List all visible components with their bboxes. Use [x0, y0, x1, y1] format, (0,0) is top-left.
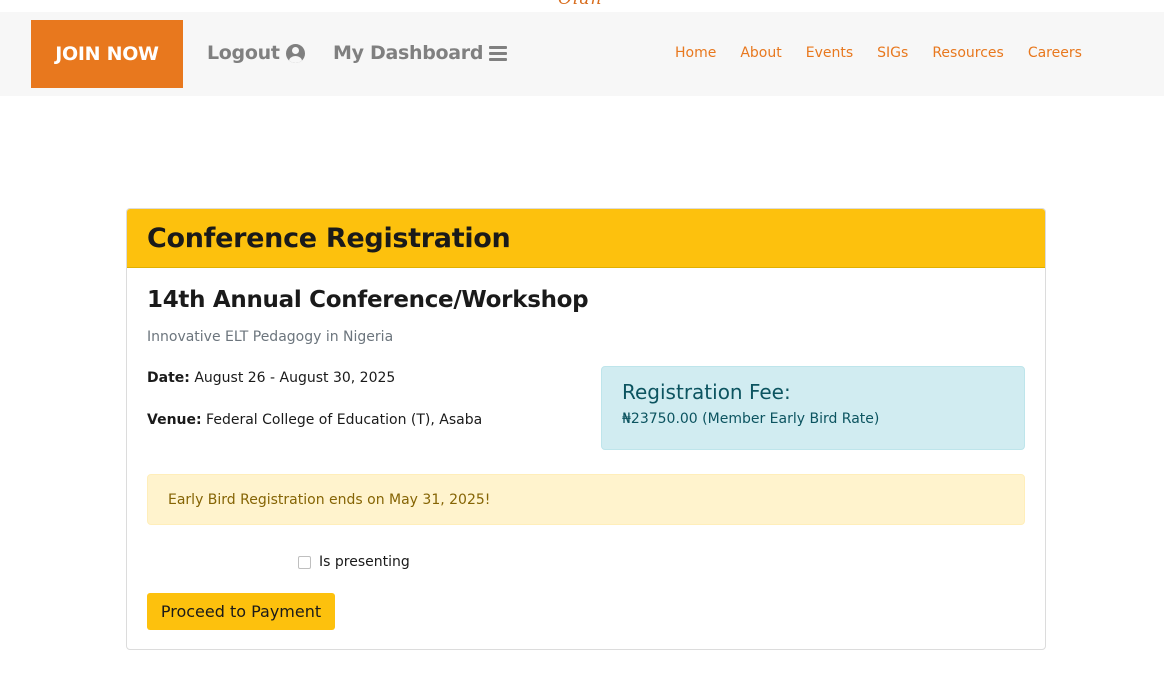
menu-item-careers[interactable]: Careers — [1028, 45, 1082, 61]
top-strip: Olan — [0, 0, 1164, 12]
registration-card: Conference Registration 14th Annual Conf… — [126, 208, 1046, 650]
main-menu: Home About Events SIGs Resources Careers — [675, 45, 1082, 61]
menu-item-sigs[interactable]: SIGs — [877, 45, 908, 61]
navbar: JOIN NOW Logout My Dashboard Home About … — [0, 12, 1164, 96]
menu-item-resources[interactable]: Resources — [932, 45, 1004, 61]
menu-item-about[interactable]: About — [740, 45, 781, 61]
venue-value: Federal College of Education (T), Asaba — [206, 412, 483, 428]
venue-label: Venue: — [147, 412, 202, 428]
menu-item-home[interactable]: Home — [675, 45, 716, 61]
menu-bars-icon — [489, 45, 508, 61]
card-title: Conference Registration — [147, 222, 511, 254]
is-presenting-label[interactable]: Is presenting — [319, 554, 410, 570]
registration-fee-box: Registration Fee: ₦23750.00 (Member Earl… — [601, 366, 1025, 450]
is-presenting-checkbox[interactable] — [298, 555, 311, 569]
date-value: August 26 - August 30, 2025 — [194, 370, 396, 386]
fee-title: Registration Fee: — [622, 380, 791, 404]
date-label: Date: — [147, 370, 190, 386]
event-title: 14th Annual Conference/Workshop — [147, 287, 589, 313]
logout-label: Logout — [207, 42, 280, 64]
join-now-button[interactable]: JOIN NOW — [31, 20, 183, 88]
event-venue: Venue: Federal College of Education (T),… — [147, 412, 482, 428]
menu-item-events[interactable]: Events — [806, 45, 853, 61]
user-circle-icon — [285, 43, 305, 63]
event-date: Date: August 26 - August 30, 2025 — [147, 370, 395, 386]
proceed-to-payment-button[interactable]: Proceed to Payment — [147, 593, 335, 630]
card-header: Conference Registration — [127, 209, 1045, 268]
is-presenting-row: Is presenting — [298, 554, 410, 570]
logout-link[interactable]: Logout — [207, 42, 305, 64]
my-dashboard-link[interactable]: My Dashboard — [333, 42, 508, 64]
logo-fragment: Olan — [558, 0, 602, 9]
event-subtitle: Innovative ELT Pedagogy in Nigeria — [147, 329, 394, 345]
dashboard-label: My Dashboard — [333, 42, 484, 64]
early-bird-alert: Early Bird Registration ends on May 31, … — [147, 474, 1025, 525]
fee-value: ₦23750.00 (Member Early Bird Rate) — [622, 411, 880, 427]
